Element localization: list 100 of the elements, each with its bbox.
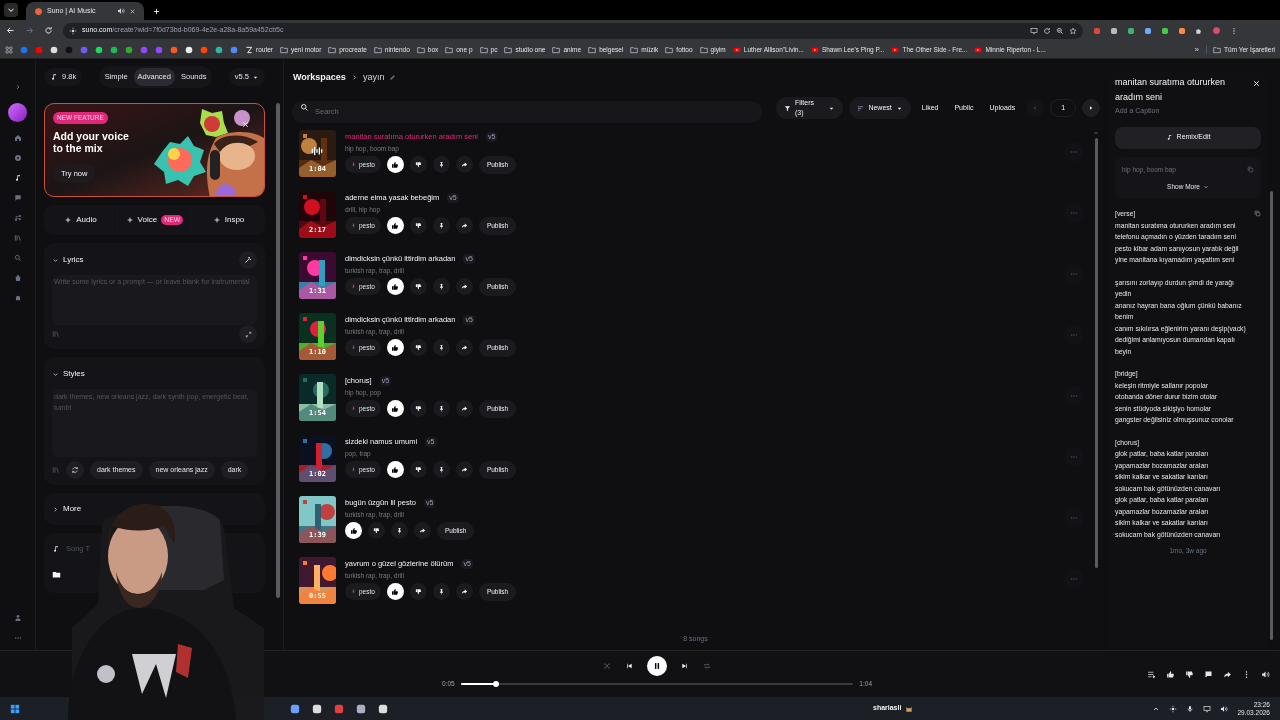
app-icon[interactable] — [356, 703, 366, 714]
comment-icon[interactable] — [1204, 669, 1213, 679]
site-settings-icon[interactable] — [69, 26, 77, 35]
share-button[interactable] — [455, 400, 473, 418]
pin-button[interactable] — [432, 400, 450, 418]
play-pause-button[interactable] — [647, 656, 667, 676]
avatar-icon[interactable] — [8, 103, 27, 122]
pin-button[interactable] — [432, 217, 450, 235]
app-icon[interactable] — [312, 703, 322, 714]
extensions-icon[interactable] — [1195, 26, 1203, 35]
thumbs-down-icon — [414, 588, 422, 596]
dislike-button[interactable] — [409, 156, 427, 174]
microphone-icon[interactable] — [1186, 704, 1195, 713]
pin-button[interactable] — [432, 156, 450, 174]
like-button[interactable] — [386, 339, 404, 357]
bag-icon[interactable] — [13, 274, 22, 282]
dislike-button[interactable] — [409, 583, 427, 601]
share-button[interactable] — [455, 461, 473, 479]
install-icon[interactable] — [1043, 26, 1051, 35]
expand-button[interactable] — [239, 325, 258, 343]
shuffle-styles-button[interactable] — [66, 460, 84, 479]
folder-icon — [1213, 45, 1222, 54]
more-bookmarks-button[interactable]: » — [1194, 43, 1200, 56]
share-button[interactable] — [455, 156, 473, 174]
create-icon[interactable] — [13, 174, 22, 182]
scrollbar[interactable] — [1269, 191, 1273, 640]
copy-icon[interactable] — [1254, 210, 1261, 217]
like-button[interactable] — [386, 583, 404, 601]
dislike-button[interactable] — [409, 400, 427, 418]
close-icon[interactable] — [241, 120, 251, 129]
new-tab-icon[interactable] — [152, 7, 161, 16]
like-button[interactable] — [386, 461, 404, 479]
apps-icon[interactable] — [5, 45, 13, 54]
folder-icon — [373, 45, 382, 54]
reload-icon[interactable] — [44, 26, 53, 35]
thumbs-up-icon[interactable] — [1166, 669, 1175, 679]
profile-icon[interactable] — [1212, 26, 1221, 35]
magic-button[interactable] — [239, 251, 258, 269]
windows-start-icon[interactable] — [10, 703, 20, 714]
chevron-icon — [350, 74, 358, 81]
library-icon[interactable] — [13, 234, 22, 242]
thumbs-down-icon — [414, 161, 422, 169]
share-button[interactable] — [455, 278, 473, 296]
dislike-button[interactable] — [409, 339, 427, 357]
thumbs-down-icon[interactable] — [1185, 669, 1194, 679]
folder-icon[interactable] — [52, 570, 61, 580]
speaker-icon[interactable] — [117, 7, 125, 15]
pin-button[interactable] — [432, 339, 450, 357]
dislike-button[interactable] — [368, 522, 385, 540]
app-icon[interactable] — [290, 703, 300, 714]
refresh-icon — [71, 465, 79, 474]
more-toggle[interactable]: More — [52, 503, 82, 515]
share-icon[interactable] — [1223, 669, 1232, 679]
display-icon[interactable] — [1203, 704, 1212, 713]
home-icon[interactable] — [13, 134, 22, 142]
expand-icon — [244, 330, 252, 338]
styles-toggle[interactable]: Styles — [52, 365, 258, 383]
lyrics-toggle[interactable]: Lyrics — [52, 254, 84, 266]
chat-icon[interactable] — [13, 194, 22, 202]
pin-button[interactable] — [391, 522, 408, 540]
dislike-button[interactable] — [409, 217, 427, 235]
person-icon[interactable] — [13, 614, 22, 622]
search-icon[interactable] — [13, 254, 22, 262]
dislike-button[interactable] — [409, 278, 427, 296]
breadcrumb-link[interactable]: Workspaces — [293, 70, 346, 85]
share-icon — [460, 161, 468, 169]
like-button[interactable] — [386, 156, 404, 174]
tab-list-icon[interactable] — [4, 3, 18, 17]
queue-icon[interactable] — [1147, 669, 1156, 679]
pin-button[interactable] — [432, 278, 450, 296]
volume-icon[interactable] — [1261, 669, 1270, 679]
next-icon[interactable] — [681, 662, 689, 670]
more-icon — [1070, 575, 1078, 583]
like-button[interactable] — [386, 400, 404, 418]
pin-button[interactable] — [432, 461, 450, 479]
explore-icon[interactable] — [13, 154, 22, 162]
previous-icon[interactable] — [625, 662, 633, 670]
pencil-icon[interactable] — [389, 74, 397, 81]
scrollbar[interactable] — [1094, 138, 1098, 568]
network-icon[interactable] — [1169, 704, 1178, 713]
volume-icon[interactable] — [1220, 704, 1229, 713]
share-button[interactable] — [455, 339, 473, 357]
menu-icon[interactable] — [1230, 26, 1238, 35]
bookmark-star-icon[interactable] — [1069, 26, 1077, 35]
share-button[interactable] — [455, 217, 473, 235]
like-button[interactable] — [386, 278, 404, 296]
like-button[interactable] — [386, 217, 404, 235]
zoom-icon[interactable] — [1056, 26, 1064, 35]
folder-icon — [630, 45, 639, 54]
share-button[interactable] — [455, 583, 473, 601]
pin-button[interactable] — [432, 583, 450, 601]
back-icon[interactable] — [6, 26, 15, 35]
share-button[interactable] — [414, 522, 431, 540]
scrollbar[interactable] — [276, 103, 280, 598]
dislike-button[interactable] — [409, 461, 427, 479]
app-icon[interactable] — [378, 703, 388, 714]
progress-thumb[interactable] — [493, 680, 499, 687]
like-button[interactable] — [345, 522, 362, 540]
bell-icon[interactable] — [13, 294, 22, 302]
translate-icon[interactable] — [1030, 26, 1038, 35]
